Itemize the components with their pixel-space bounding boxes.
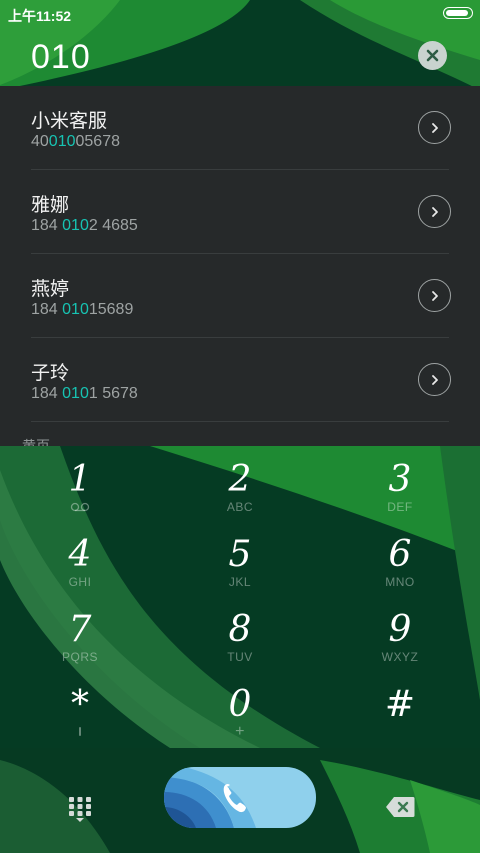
key-8[interactable]: 8 TUV [160,596,320,671]
key-digit: 1 [68,459,92,500]
key-1[interactable]: 1 [0,446,160,521]
search-results: 小米客服 4001005678 雅娜 184 0102 4685 燕婷 184 … [0,86,480,446]
contact-detail-button[interactable] [418,279,451,312]
contact-number: 184 0102 4685 [31,217,138,234]
key-digit: 0 [228,684,252,725]
result-row[interactable]: 燕婷 184 01015689 [31,254,451,338]
number-match: 010 [62,385,89,402]
battery-icon [443,7,473,19]
key-4[interactable]: 4 GHI [0,521,160,596]
number-match: 010 [62,217,89,234]
voicemail-icon [70,502,90,512]
chevron-right-icon [431,374,438,385]
key-digit: 3 [388,459,412,500]
key-2[interactable]: 2 ABC [160,446,320,521]
key-0[interactable]: 0 + [160,671,320,746]
key-7[interactable]: 7 PQRS [0,596,160,671]
dialed-number[interactable]: 010 [31,38,91,77]
key-star[interactable]: * [0,671,160,746]
phone-icon [164,767,316,828]
contact-name: 燕婷 [31,279,70,300]
status-time: 上午11:52 [8,8,72,24]
chevron-right-icon [431,122,438,133]
key-digit: 6 [388,534,412,575]
contact-number: 4001005678 [31,133,120,150]
key-6[interactable]: 6 MNO [320,521,480,596]
key-letters: GHI [68,575,92,589]
key-digit: # [384,684,416,725]
key-letters: + [235,723,245,740]
battery-level [446,10,468,16]
contact-detail-button[interactable] [418,111,451,144]
backspace-icon[interactable] [385,796,415,818]
key-digit: * [71,684,89,725]
result-row[interactable]: 雅娜 184 0102 4685 [31,170,451,254]
pause-mark-icon [79,727,81,736]
key-letters: JKL [228,575,252,589]
key-5[interactable]: 5 JKL [160,521,320,596]
result-row[interactable]: 子玲 184 0101 5678 [31,338,451,422]
keypad-toggle-icon[interactable] [67,796,93,822]
number-match: 010 [62,301,89,318]
key-digit: 4 [68,534,92,575]
section-label-yellow-pages: 黄页 [22,438,50,446]
key-letters: WXYZ [381,650,419,664]
contact-detail-button[interactable] [418,363,451,396]
contact-name: 子玲 [31,363,70,384]
contact-name: 雅娜 [31,195,70,216]
status-bar: 上午11:52 [0,0,480,28]
key-letters: ABC [226,500,254,514]
contact-number: 184 0101 5678 [31,385,138,402]
key-letters: DEF [387,500,413,514]
contact-number: 184 01015689 [31,301,134,318]
key-9[interactable]: 9 WXYZ [320,596,480,671]
bottom-bar [0,748,480,853]
key-digit: 7 [68,609,92,650]
key-digit: 2 [228,459,252,500]
key-letters: MNO [385,575,415,589]
contact-detail-button[interactable] [418,195,451,228]
key-digit: 9 [388,609,412,650]
call-button[interactable] [164,767,316,828]
key-digit: 5 [228,534,252,575]
key-letters: TUV [227,650,253,664]
key-hash[interactable]: # [320,671,480,746]
key-digit: 8 [228,609,252,650]
chevron-right-icon [431,206,438,217]
dial-keypad: 1 2 ABC 3 DEF 4 GHI 5 JKL 6 MNO 7 PQRS 8… [0,446,480,748]
number-match: 010 [48,133,76,150]
clear-icon [426,49,439,62]
dial-header: 010 [0,28,480,86]
contact-name: 小米客服 [31,111,108,132]
clear-button[interactable] [418,41,447,70]
chevron-right-icon [431,290,438,301]
key-letters: PQRS [61,650,98,664]
result-row[interactable]: 小米客服 4001005678 [31,86,451,170]
key-3[interactable]: 3 DEF [320,446,480,521]
